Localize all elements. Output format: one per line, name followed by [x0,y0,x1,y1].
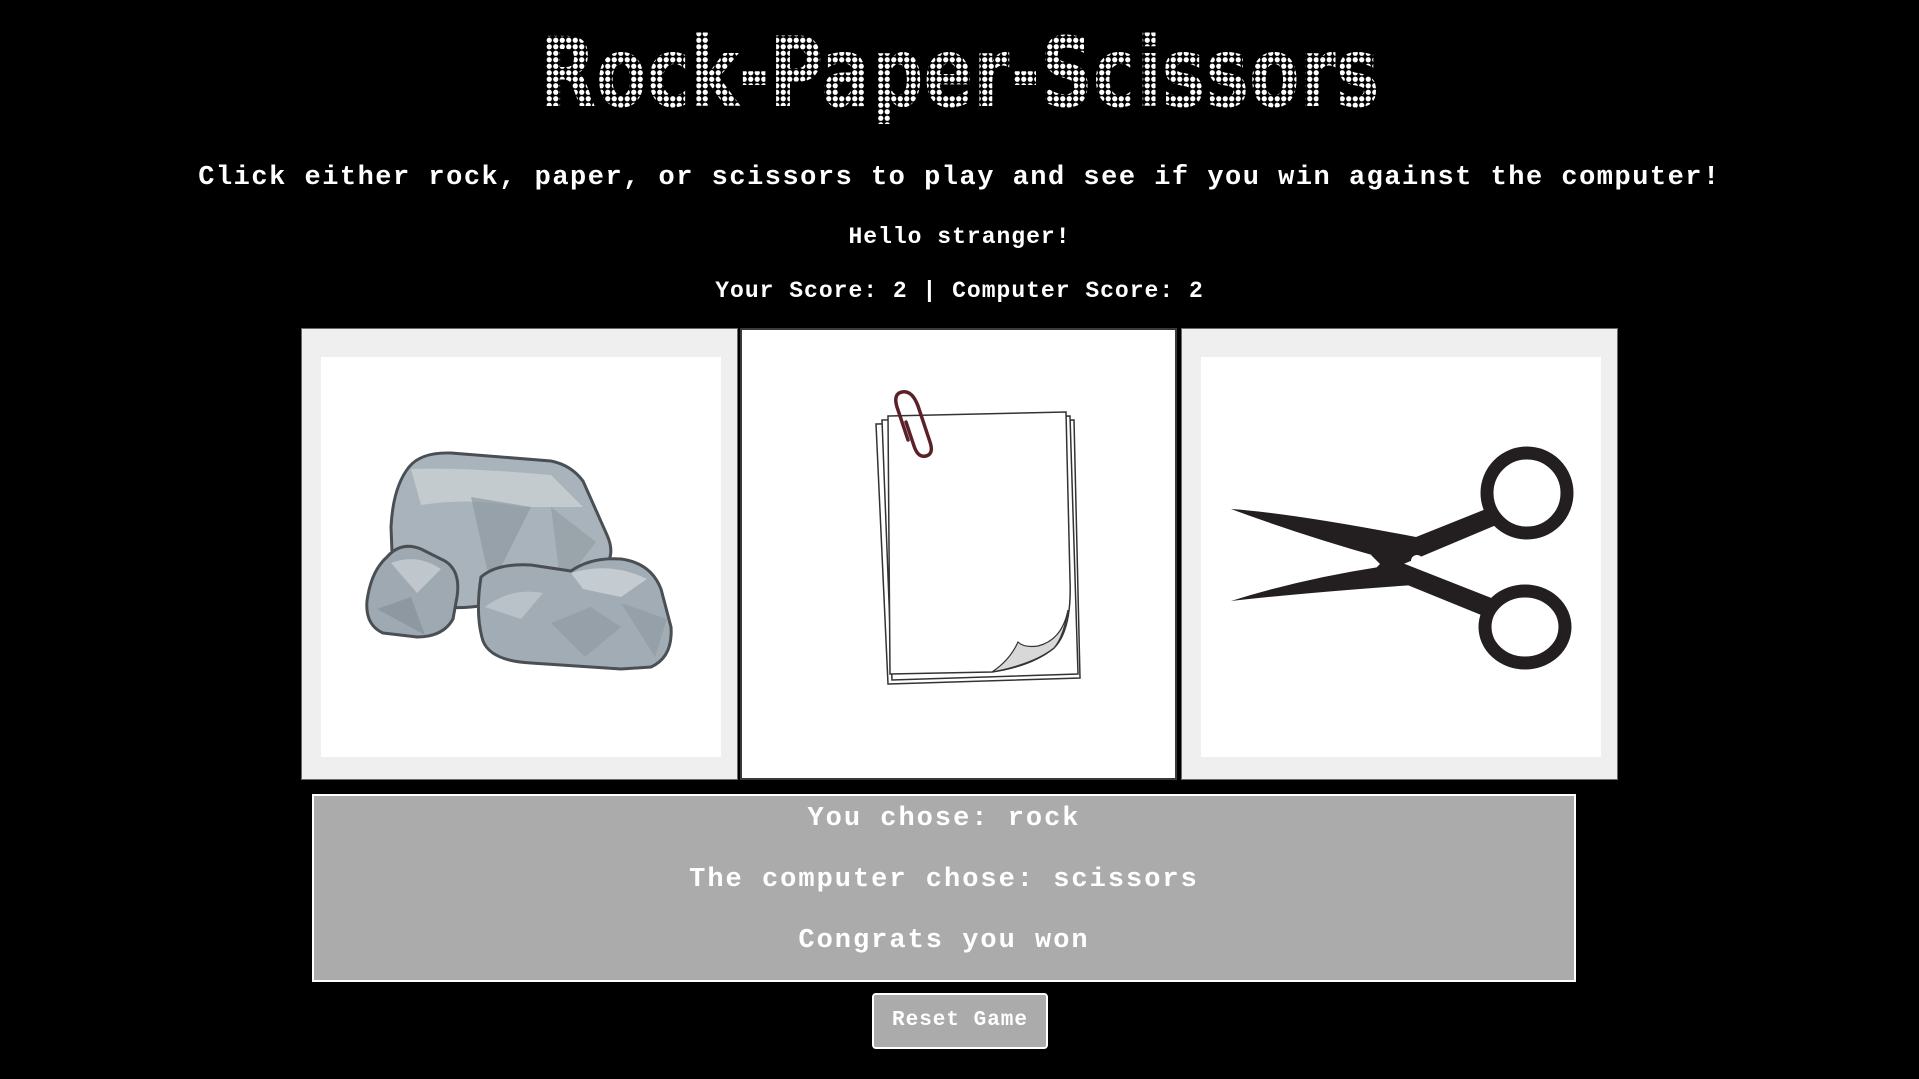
scissors-choice-button[interactable] [1181,328,1618,780]
paper-icon [875,390,1081,685]
score-separator: | [922,278,938,304]
title-text: Rock-Paper-Scissors [540,24,1380,124]
computer-choice-text: The computer chose: scissors [689,865,1199,895]
rock-image-frame [321,357,721,757]
scissors-image-frame [1201,357,1601,757]
computer-score-label: Computer Score: [952,278,1175,304]
greeting-text: Hello stranger! [848,224,1071,250]
paper-image-frame [742,330,1175,778]
computer-score-value: 2 [1188,278,1204,304]
reset-game-button[interactable]: Reset Game [872,993,1048,1049]
instructions-text: Click either rock, paper, or scissors to… [198,163,1721,193]
rock-icon [365,451,673,671]
page-title: Rock-Paper-Scissors [0,24,1919,124]
outcome-text: Congrats you won [798,926,1090,956]
paper-choice-button[interactable] [740,328,1177,780]
scissors-icon [1231,446,1574,670]
your-score-value: 2 [892,278,908,304]
player-choice-text: You chose: rock [807,804,1081,834]
rock-choice-button[interactable] [301,328,738,780]
result-panel: You chose: rock The computer chose: scis… [312,794,1576,982]
your-score-label: Your Score: [715,278,879,304]
score-line: Your Score: 2 | Computer Score: 2 [0,278,1919,304]
